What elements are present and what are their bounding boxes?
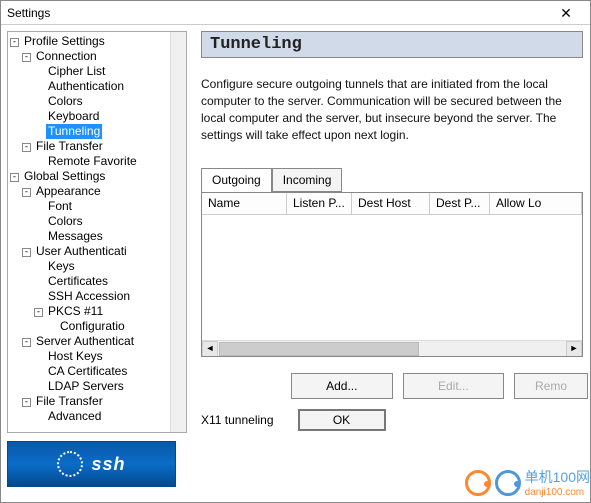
collapse-icon[interactable]: - — [22, 188, 31, 197]
collapse-icon[interactable]: - — [10, 173, 19, 182]
watermark-url: danji100.com — [525, 487, 590, 498]
tunnels-table[interactable]: Name Listen P... Dest Host Dest P... All… — [201, 192, 583, 357]
tree-profile-settings[interactable]: Profile Settings — [22, 34, 107, 49]
scroll-left-icon[interactable]: ◄ — [202, 341, 218, 357]
collapse-icon[interactable]: - — [10, 38, 19, 47]
settings-tree[interactable]: -Profile Settings -Connection Cipher Lis… — [7, 31, 187, 433]
tree-file-transfer2[interactable]: File Transfer — [34, 394, 105, 409]
col-allow-local[interactable]: Allow Lo — [490, 193, 582, 215]
scroll-thumb[interactable] — [219, 342, 419, 356]
tree-global-settings[interactable]: Global Settings — [22, 169, 107, 184]
col-dest-host[interactable]: Dest Host — [352, 193, 430, 215]
scroll-right-icon[interactable]: ► — [566, 341, 582, 357]
ssh-logo-text: ssh — [91, 454, 125, 475]
add-button[interactable]: Add... — [291, 373, 393, 399]
tree-colors[interactable]: Colors — [46, 94, 85, 109]
tree-certificates[interactable]: Certificates — [46, 274, 110, 289]
watermark-text: 单机100网 — [525, 467, 590, 487]
remove-button[interactable]: Remo — [514, 373, 588, 399]
close-icon[interactable]: ✕ — [546, 3, 586, 23]
panel-title: Tunneling — [201, 31, 583, 58]
table-hscroll[interactable]: ◄ ► — [202, 340, 582, 356]
tree-ca-certs[interactable]: CA Certificates — [46, 364, 129, 379]
tab-incoming[interactable]: Incoming — [272, 168, 343, 192]
tree-file-transfer[interactable]: File Transfer — [34, 139, 105, 154]
window-title: Settings — [7, 6, 546, 20]
tree-user-auth[interactable]: User Authenticati — [34, 244, 129, 259]
tree-authentication[interactable]: Authentication — [46, 79, 126, 94]
tree-configuration[interactable]: Configuratio — [58, 319, 127, 334]
ssh-logo: ssh — [7, 441, 176, 487]
left-pane: -Profile Settings -Connection Cipher Lis… — [1, 25, 193, 503]
tree-tunneling[interactable]: Tunneling — [46, 124, 102, 139]
collapse-icon[interactable]: - — [22, 338, 31, 347]
ok-button[interactable]: OK — [298, 409, 386, 431]
collapse-icon[interactable]: - — [22, 398, 31, 407]
watermark-icon — [465, 470, 491, 496]
tree-keys[interactable]: Keys — [46, 259, 77, 274]
tree-ldap[interactable]: LDAP Servers — [46, 379, 126, 394]
tree-keyboard[interactable]: Keyboard — [46, 109, 101, 124]
watermark-icon — [495, 470, 521, 496]
col-dest-port[interactable]: Dest P... — [430, 193, 490, 215]
ssh-logo-icon — [57, 451, 83, 477]
tree-ssh-accession[interactable]: SSH Accession — [46, 289, 132, 304]
x11-label: X11 tunneling — [201, 413, 274, 427]
tree-messages[interactable]: Messages — [46, 229, 105, 244]
watermark: 单机100网 danji100.com — [465, 467, 590, 498]
edit-button[interactable]: Edit... — [403, 373, 505, 399]
tree-pkcs11[interactable]: PKCS #11 — [46, 304, 105, 319]
tree-host-keys[interactable]: Host Keys — [46, 349, 105, 364]
tree-advanced[interactable]: Advanced — [46, 409, 103, 424]
tree-font[interactable]: Font — [46, 199, 74, 214]
tree-scrollbar[interactable] — [170, 32, 186, 432]
tree-connection[interactable]: Connection — [34, 49, 99, 64]
collapse-icon[interactable]: - — [22, 143, 31, 152]
tree-cipher-list[interactable]: Cipher List — [46, 64, 107, 79]
tunnel-tabs: Outgoing Incoming — [201, 168, 588, 192]
title-bar: Settings ✕ — [1, 1, 590, 25]
collapse-icon[interactable]: - — [22, 53, 31, 62]
right-pane: Tunneling Configure secure outgoing tunn… — [193, 25, 590, 503]
tree-colors2[interactable]: Colors — [46, 214, 85, 229]
tree-server-auth[interactable]: Server Authenticat — [34, 334, 136, 349]
tab-outgoing[interactable]: Outgoing — [201, 168, 272, 192]
tree-remote-favorite[interactable]: Remote Favorite — [46, 154, 139, 169]
panel-description: Configure secure outgoing tunnels that a… — [201, 76, 583, 144]
collapse-icon[interactable]: - — [22, 248, 31, 257]
col-listen-port[interactable]: Listen P... — [287, 193, 352, 215]
collapse-icon[interactable]: - — [34, 308, 43, 317]
col-name[interactable]: Name — [202, 193, 287, 215]
tree-appearance[interactable]: Appearance — [34, 184, 103, 199]
